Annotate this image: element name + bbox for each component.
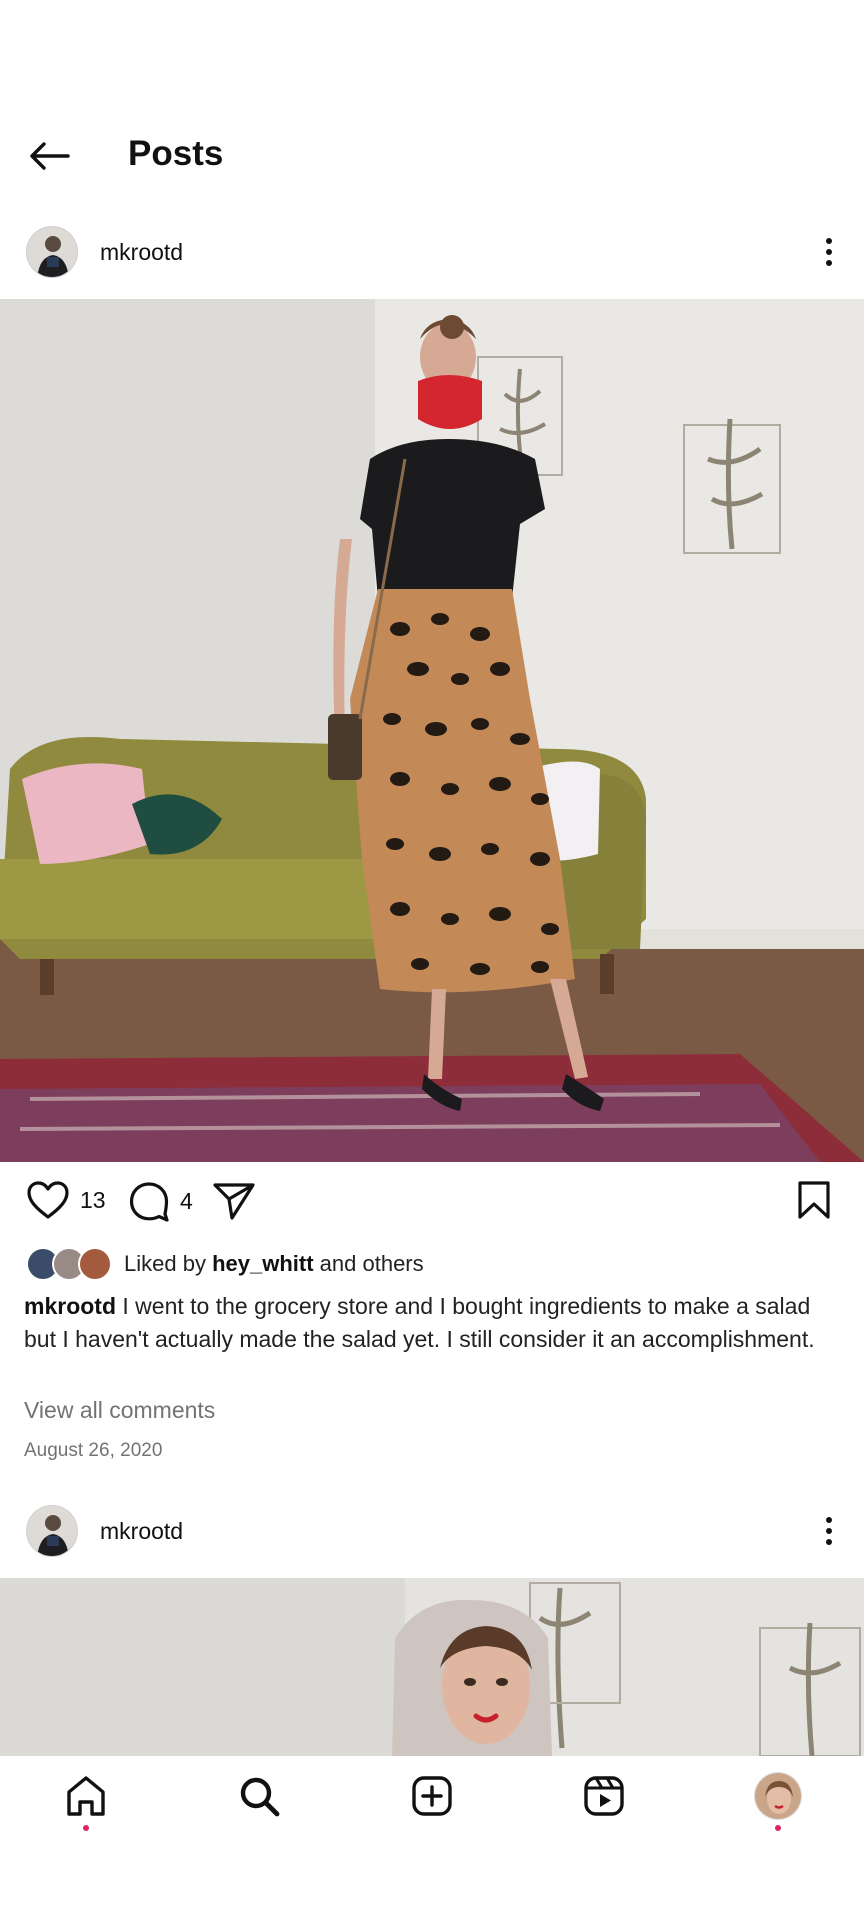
liked-by-prefix: Liked by	[124, 1251, 206, 1276]
post-username[interactable]: mkrootd	[100, 1518, 183, 1545]
save-button[interactable]	[796, 1180, 832, 1220]
caption-username[interactable]: mkrootd	[24, 1293, 116, 1319]
more-dot-icon	[826, 1517, 832, 1523]
avatar[interactable]	[26, 1505, 78, 1557]
avatar-image	[27, 227, 77, 277]
reels-icon	[584, 1776, 624, 1816]
bottom-nav	[0, 1756, 864, 1836]
caption-text: I went to the grocery store and I bought…	[24, 1293, 815, 1352]
post-image[interactable]	[0, 299, 864, 1162]
more-dot-icon	[826, 1539, 832, 1545]
post-date: August 26, 2020	[24, 1440, 163, 1461]
back-arrow-icon	[30, 142, 70, 170]
bookmark-icon	[798, 1181, 830, 1219]
like-button[interactable]: 13	[26, 1180, 106, 1220]
more-options-button[interactable]	[822, 1511, 836, 1551]
view-all-comments-link[interactable]: View all comments	[24, 1397, 215, 1424]
post-photo	[0, 299, 864, 1162]
likes-count[interactable]: 13	[80, 1187, 106, 1214]
nav-reels[interactable]	[578, 1770, 630, 1822]
more-options-button[interactable]	[822, 232, 836, 272]
post-image[interactable]	[0, 1578, 864, 1756]
notification-dot	[83, 1825, 89, 1831]
profile-avatar	[754, 1772, 802, 1820]
search-icon	[240, 1777, 280, 1817]
home-icon	[67, 1776, 105, 1816]
liked-by-avatars	[26, 1247, 112, 1281]
send-icon	[213, 1183, 255, 1220]
page-title: Posts	[128, 134, 224, 173]
post-photo	[0, 1578, 864, 1756]
nav-home[interactable]	[60, 1770, 112, 1831]
top-bar: Posts	[0, 108, 864, 202]
comment-icon	[129, 1182, 169, 1222]
liked-by-suffix[interactable]: and others	[320, 1251, 424, 1277]
notification-dot	[775, 1825, 781, 1831]
more-dot-icon	[826, 1528, 832, 1534]
avatar-image	[27, 1506, 77, 1556]
create-icon	[412, 1776, 452, 1816]
more-dot-icon	[826, 238, 832, 244]
post-header: mkrootd	[0, 210, 864, 296]
avatar[interactable]	[26, 226, 78, 278]
comment-button[interactable]: 4	[128, 1180, 193, 1222]
avatar	[78, 1247, 112, 1281]
status-bar-area	[0, 0, 864, 108]
post-header: mkrootd	[0, 1489, 864, 1575]
nav-create[interactable]	[406, 1770, 458, 1822]
liked-by-row[interactable]: Liked by hey_whitt and others	[26, 1244, 424, 1284]
post-caption: mkrootd I went to the grocery store and …	[24, 1290, 824, 1356]
post-username[interactable]: mkrootd	[100, 239, 183, 266]
liked-by-user[interactable]: hey_whitt	[212, 1251, 313, 1277]
heart-icon	[27, 1181, 69, 1219]
comments-count[interactable]: 4	[180, 1188, 193, 1215]
more-dot-icon	[826, 249, 832, 255]
more-dot-icon	[826, 260, 832, 266]
share-button[interactable]	[212, 1181, 256, 1221]
nav-profile[interactable]	[752, 1770, 804, 1831]
nav-search[interactable]	[233, 1770, 285, 1822]
post-actions: 13 4	[0, 1168, 864, 1238]
back-button[interactable]	[26, 136, 72, 176]
profile-icon	[755, 1773, 801, 1819]
